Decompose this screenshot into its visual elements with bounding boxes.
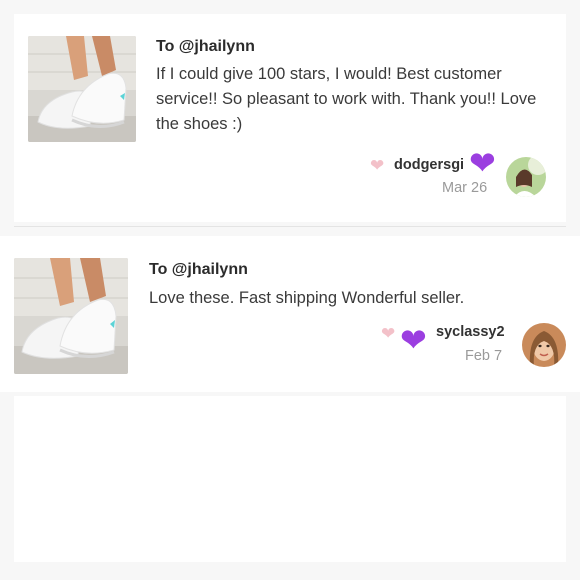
reviewer-avatar[interactable]: [506, 157, 546, 197]
purple-heart-emoji: ❤: [469, 145, 496, 181]
product-thumbnail[interactable]: [28, 36, 136, 142]
empty-area: [14, 396, 566, 562]
review-message: If I could give 100 stars, I would! Best…: [156, 65, 537, 133]
review-date: Feb 7: [465, 348, 503, 364]
reviewer-username[interactable]: dodgersgi: [394, 157, 464, 173]
divider: [14, 226, 566, 227]
review-card: To @jhailynn Love these. Fast shipping W…: [0, 236, 580, 392]
product-thumbnail[interactable]: [14, 258, 128, 374]
recipient-label: To @jhailynn: [156, 38, 255, 55]
reviewer-avatar[interactable]: [522, 323, 566, 367]
review-card: To @jhailynn If I could give 100 stars, …: [14, 14, 566, 222]
purple-heart-emoji: ❤: [400, 322, 427, 358]
review-date: Mar 26: [442, 180, 488, 196]
heart-icon[interactable]: ❤: [370, 157, 384, 174]
recipient-label: To @jhailynn: [149, 261, 248, 278]
reviewer-username[interactable]: syclassy2: [436, 324, 505, 340]
review-message: Love these. Fast shipping Wonderful sell…: [149, 289, 465, 307]
heart-icon[interactable]: ❤: [381, 325, 395, 342]
